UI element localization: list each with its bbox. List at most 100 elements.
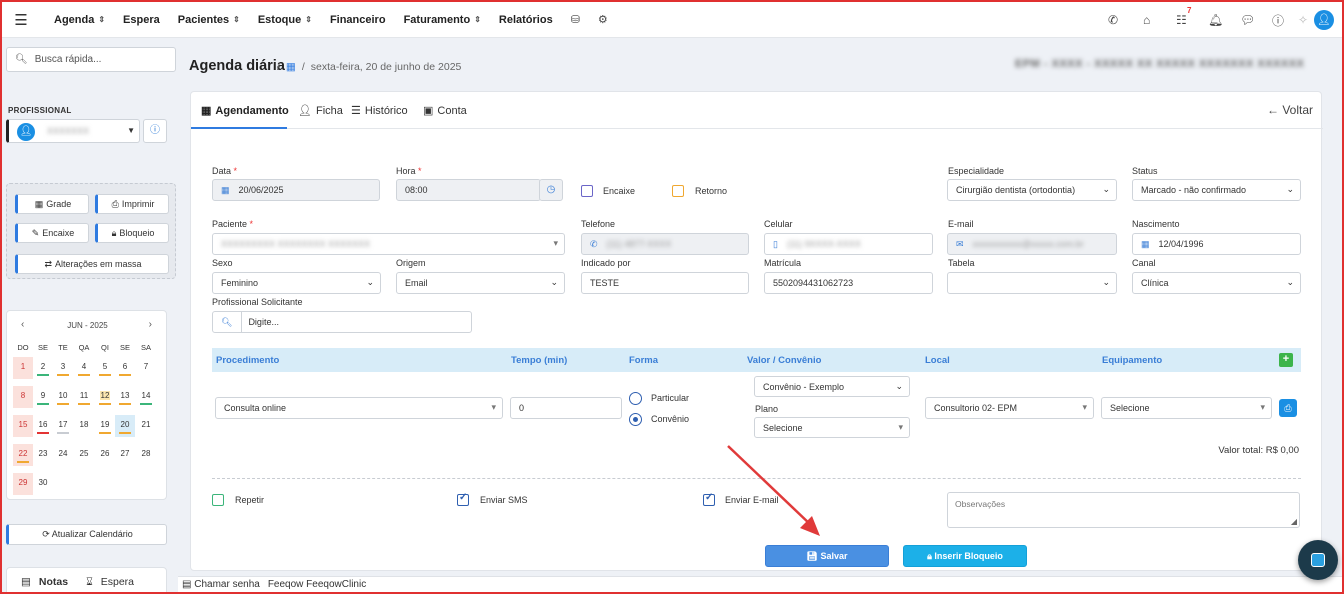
calendar-day[interactable]: 4 <box>74 357 94 379</box>
calendar-day[interactable]: 29 <box>13 473 33 495</box>
clock-icon[interactable]: ◷ <box>539 179 563 201</box>
nav-pacientes[interactable]: Pacientes ⇕ <box>178 14 240 26</box>
convenio-select[interactable]: Convênio - Exemplo ⌄ <box>754 376 910 397</box>
star-icon[interactable]: ✧ <box>1298 2 1308 38</box>
info-icon[interactable]: ⓘ <box>143 119 167 143</box>
canal-select[interactable]: Clínica ⌄ <box>1132 272 1301 294</box>
calendar-day[interactable]: 22 <box>13 444 33 466</box>
repetir-checkbox[interactable] <box>212 494 224 506</box>
encaixe-checkbox[interactable] <box>581 185 593 197</box>
data-input[interactable]: ▦ 20/06/2025 <box>212 179 380 201</box>
menu-icon[interactable]: ☰ <box>6 11 36 29</box>
indicado-input[interactable]: TESTE <box>581 272 749 294</box>
equipamento-select[interactable]: Selecione ▾ <box>1101 397 1272 419</box>
voltar-button[interactable]: ← Voltar <box>1267 103 1313 117</box>
inbox-icon[interactable]: ⌂ <box>1143 2 1150 38</box>
calendar-day[interactable]: 18 <box>74 415 94 437</box>
professional-select[interactable]: 👤︎ XXXXXXX ▼ <box>6 119 140 143</box>
solicitante-input[interactable]: 🔍︎ Digite... <box>212 311 472 333</box>
calendar-day[interactable]: 1 <box>13 357 33 379</box>
especialidade-select[interactable]: Cirurgião dentista (ortodontia) ⌄ <box>947 179 1117 201</box>
calendar-day[interactable]: 2 <box>33 357 53 379</box>
add-procedure-button[interactable]: + <box>1279 353 1293 367</box>
origem-select[interactable]: Email ⌄ <box>396 272 565 294</box>
imprimir-button[interactable]: ⎙ Imprimir <box>95 194 169 214</box>
nav-estoque[interactable]: Estoque ⇕ <box>258 14 312 26</box>
telefone-input[interactable]: ✆ (11) 4877-XXXX <box>581 233 749 255</box>
nav-faturamento[interactable]: Faturamento ⇕ <box>404 14 481 26</box>
email-input[interactable]: ✉ xxxxxxxxxxx@xxxxx.com.br <box>947 233 1117 255</box>
calendar-day[interactable]: 7 <box>136 357 156 379</box>
nav-agenda[interactable]: Agenda ⇕ <box>54 14 105 26</box>
save-button[interactable]: 💾︎ Salvar <box>765 545 889 567</box>
calendar-day[interactable]: 12 <box>95 386 115 408</box>
calendar-icon[interactable]: ▦ <box>286 61 296 73</box>
calendar-day[interactable]: 16 <box>33 415 53 437</box>
local-select[interactable]: Consultorio 02- EPM ▾ <box>925 397 1094 419</box>
calendar-day[interactable]: 26 <box>95 444 115 466</box>
bell-icon[interactable]: 🔔︎ <box>1208 2 1223 38</box>
settings-icon[interactable]: ⚙ <box>598 13 608 26</box>
calendar-day[interactable]: 23 <box>33 444 53 466</box>
chat-icon[interactable]: 💬︎ <box>1240 2 1255 38</box>
calendar-day[interactable]: 28 <box>136 444 156 466</box>
nav-financeiro[interactable]: Financeiro <box>330 14 386 26</box>
bloqueio-button[interactable]: 🔒︎ Bloqueio <box>95 223 169 243</box>
hora-input[interactable]: 08:00 <box>396 179 541 201</box>
tab-conta[interactable]: ▣ Conta <box>423 104 467 118</box>
help-icon[interactable]: ⓘ <box>1272 2 1284 38</box>
notas-tab[interactable]: Notas <box>39 576 68 588</box>
print-icon[interactable]: ⎙ <box>1279 399 1297 417</box>
database-icon[interactable]: ⛁ <box>571 13 580 26</box>
calendar-day[interactable]: 10 <box>53 386 73 408</box>
calendar-day[interactable]: 27 <box>115 444 135 466</box>
calendar-day[interactable]: 21 <box>136 415 156 437</box>
tabela-select[interactable]: ⌄ <box>947 272 1117 294</box>
inserir-bloqueio-button[interactable]: 🔒︎ Inserir Bloqueio <box>903 545 1027 567</box>
atualizar-calendario-button[interactable]: ⟳ Atualizar Calendário <box>6 524 167 545</box>
tab-ficha[interactable]: 👤︎ Ficha <box>298 104 343 118</box>
retorno-checkbox[interactable] <box>672 185 684 197</box>
calendar-day[interactable]: 17 <box>53 415 73 437</box>
quick-search-input[interactable]: 🔍︎ Busca rápida... <box>6 47 176 72</box>
alteracoes-em-massa-button[interactable]: ⇄ Alterações em massa <box>15 254 169 274</box>
calendar-day[interactable]: 20 <box>115 415 135 437</box>
tasks-icon[interactable]: ☷ <box>1176 2 1187 38</box>
calendar-next-icon[interactable]: › <box>149 319 152 330</box>
resize-grip-icon[interactable]: ◢ <box>1291 517 1297 526</box>
grade-button[interactable]: ▦ Grade <box>15 194 89 214</box>
calendar-day[interactable]: 25 <box>74 444 94 466</box>
encaixe-button[interactable]: ✎ Encaixe <box>15 223 89 243</box>
celular-input[interactable]: ▯ (11) 9XXXX-XXXX <box>764 233 933 255</box>
observacoes-textarea[interactable]: Observações ◢ <box>947 492 1300 528</box>
phone-icon[interactable]: ✆ <box>1108 2 1118 38</box>
calendar-day[interactable]: 3 <box>53 357 73 379</box>
tempo-input[interactable]: 0 <box>510 397 622 419</box>
calendar-day[interactable]: 24 <box>53 444 73 466</box>
status-select[interactable]: Marcado - não confirmado ⌄ <box>1132 179 1301 201</box>
nascimento-input[interactable]: ▦ 12/04/1996 <box>1132 233 1301 255</box>
calendar-day[interactable]: 9 <box>33 386 53 408</box>
sexo-select[interactable]: Feminino ⌄ <box>212 272 381 294</box>
calendar-day[interactable]: 19 <box>95 415 115 437</box>
tab-agendamento[interactable]: ▦ Agendamento <box>201 104 289 118</box>
chamar-senha-button[interactable]: ▤ Chamar senha <box>182 579 260 590</box>
convenio-radio[interactable] <box>629 413 642 426</box>
calendar-day[interactable]: 15 <box>13 415 33 437</box>
calendar-day[interactable]: 11 <box>74 386 94 408</box>
calendar-day[interactable]: 5 <box>95 357 115 379</box>
calendar-day[interactable]: 8 <box>13 386 33 408</box>
espera-tab[interactable]: Espera <box>101 576 134 588</box>
calendar-day[interactable]: 6 <box>115 357 135 379</box>
chat-widget-button[interactable] <box>1298 540 1338 580</box>
user-avatar[interactable]: 👤︎ <box>1314 10 1334 30</box>
enviar-sms-checkbox[interactable] <box>457 492 469 506</box>
particular-radio[interactable] <box>629 392 642 405</box>
calendar-day[interactable]: 13 <box>115 386 135 408</box>
procedimento-select[interactable]: Consulta online ▾ <box>215 397 503 419</box>
calendar-day[interactable]: 30 <box>33 473 53 495</box>
plano-select[interactable]: Selecione ▾ <box>754 417 910 438</box>
enviar-email-checkbox[interactable] <box>703 492 715 506</box>
nav-relatorios[interactable]: Relatórios <box>499 14 553 26</box>
calendar-day[interactable]: 14 <box>136 386 156 408</box>
